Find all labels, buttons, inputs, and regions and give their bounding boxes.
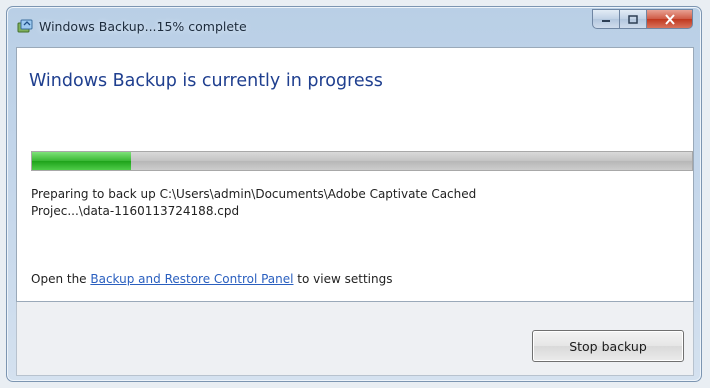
settings-prefix: Open the [31, 272, 91, 286]
title-bar[interactable]: Windows Backup...15% complete [7, 7, 701, 47]
maximize-button[interactable] [620, 9, 647, 29]
close-icon [664, 13, 675, 25]
backup-progress-bar [31, 151, 693, 171]
windows-backup-icon [17, 18, 33, 34]
content-pane: Windows Backup is currently in progress … [16, 47, 694, 302]
backup-restore-control-panel-link[interactable]: Backup and Restore Control Panel [90, 272, 293, 286]
close-button[interactable] [647, 9, 693, 29]
maximize-icon [628, 14, 638, 24]
settings-line: Open the Backup and Restore Control Pane… [31, 272, 392, 286]
minimize-button[interactable] [592, 9, 620, 29]
footer-bar: Stop backup [16, 302, 694, 376]
main-heading: Windows Backup is currently in progress [29, 71, 383, 91]
status-line-1: Preparing to back up C:\Users\admin\Docu… [31, 187, 477, 201]
status-line-2: Projec...\data-1160113724188.cpd [31, 204, 240, 218]
stop-backup-button[interactable]: Stop backup [532, 330, 684, 362]
settings-suffix: to view settings [293, 272, 393, 286]
status-text: Preparing to back up C:\Users\admin\Docu… [31, 186, 671, 220]
minimize-icon [602, 20, 610, 22]
backup-window: Windows Backup...15% complete Windows Ba… [6, 6, 702, 382]
progress-fill [32, 152, 131, 170]
caption-buttons [592, 9, 693, 31]
window-title: Windows Backup...15% complete [39, 19, 247, 34]
